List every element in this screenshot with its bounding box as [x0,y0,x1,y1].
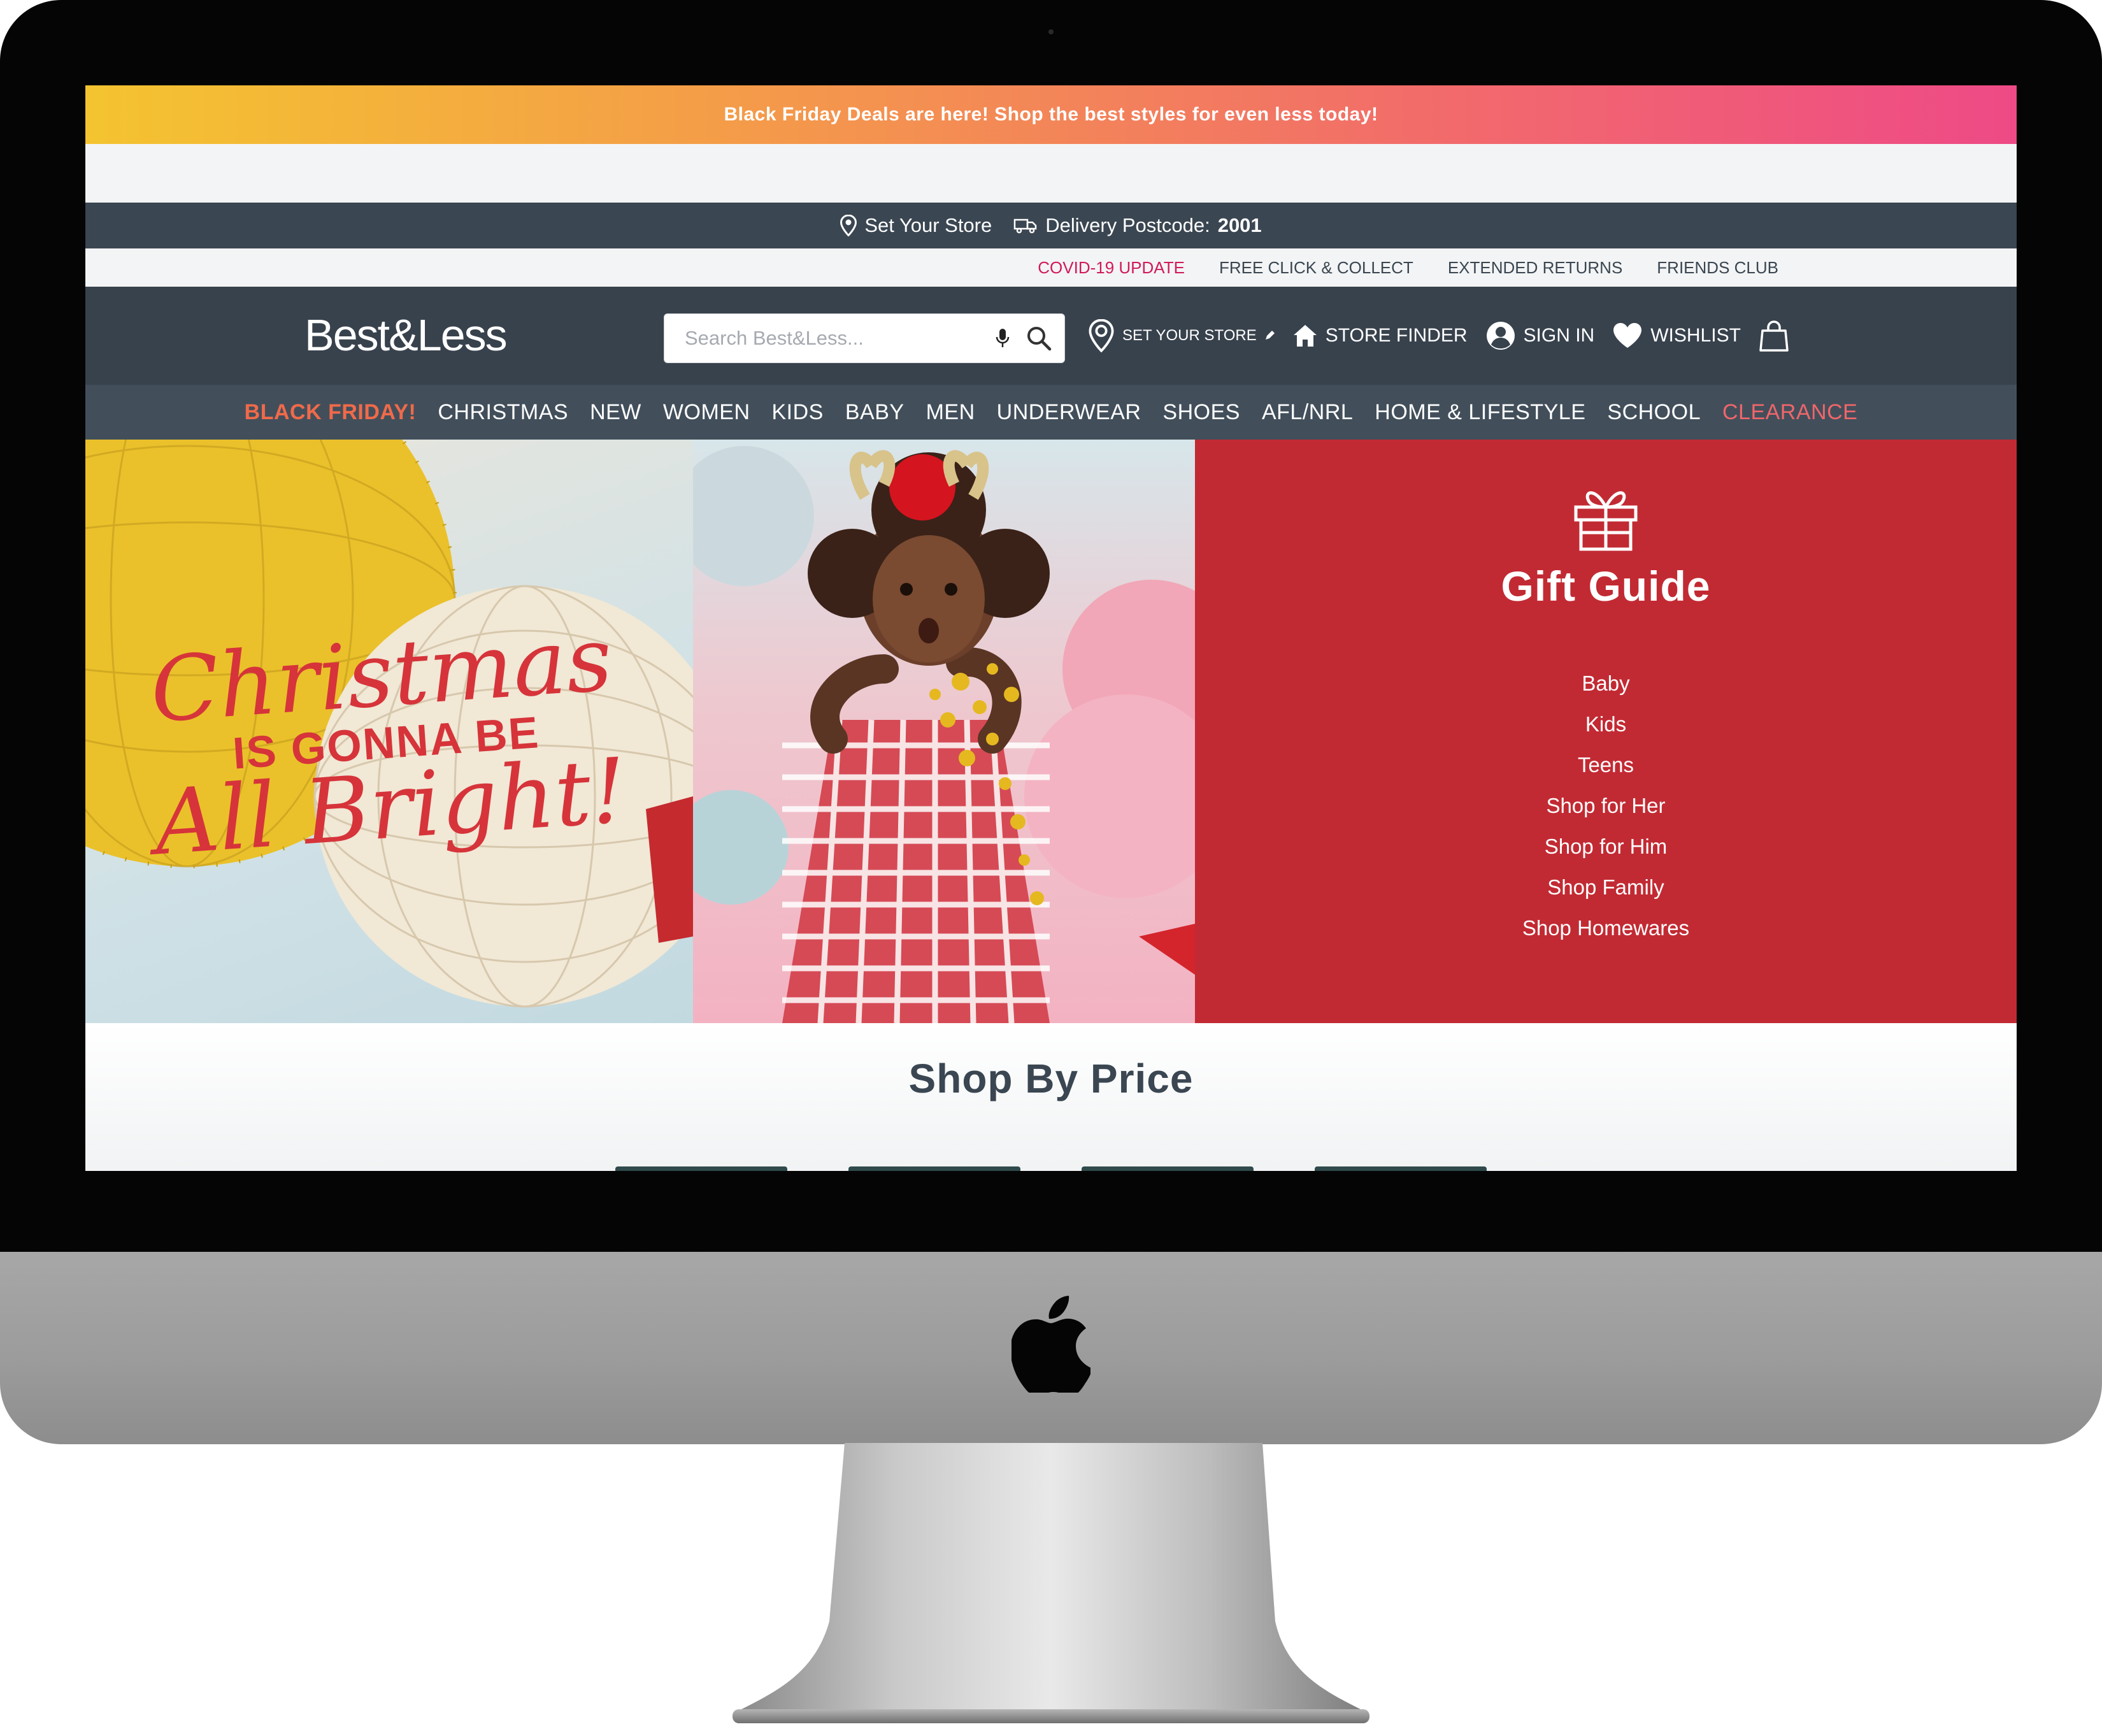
price-tile[interactable] [615,1166,787,1171]
brand-logo[interactable]: Best&Less [304,310,508,361]
nav-clearance[interactable]: CLEARANCE [1722,400,1857,425]
gift-link-homewares[interactable]: Shop Homewares [1522,916,1689,940]
promo-spacer [85,144,2017,203]
extended-returns-link[interactable]: EXTENDED RETURNS [1448,258,1622,278]
sign-in-link[interactable]: SIGN IN [1485,320,1595,351]
store-finder-label: STORE FINDER [1325,325,1468,346]
store-bar: Set Your Store Delivery Postcode: 2001 [85,203,2017,248]
apple-logo-icon [1012,1296,1090,1393]
nav-men[interactable]: MEN [926,400,975,425]
promo-text: Black Friday Deals are here! Shop the be… [724,104,1378,125]
nav-afl-nrl[interactable]: AFL/NRL [1262,400,1353,425]
girl-confetti-illustration [693,446,1195,1023]
gift-link-family[interactable]: Shop Family [1547,875,1664,900]
price-tile[interactable] [1082,1166,1254,1171]
gift-guide-title: Gift Guide [1501,563,1711,610]
search-icon[interactable] [1025,324,1053,352]
store-finder-link[interactable]: STORE FINDER [1292,324,1468,348]
imac-mockup: Black Friday Deals are here! Shop the be… [0,0,2102,1736]
gift-guide-links: Baby Kids Teens Shop for Her Shop for Hi… [1522,671,1689,940]
search-bar [664,313,1065,363]
location-pin-icon [1089,319,1114,352]
wishlist-link[interactable]: WISHLIST [1612,322,1741,349]
shop-by-price-title: Shop By Price [908,1056,1194,1101]
location-pin-icon [840,215,857,236]
gift-icon [1574,491,1638,551]
main-nav: BLACK FRIDAY! CHRISTMAS NEW WOMEN KIDS B… [85,385,2017,440]
shopping-bag-icon [1759,320,1789,352]
hero-lanterns-panel: Christmas IS GONNA BE All Bright! [85,440,693,1023]
delivery-label: Delivery Postcode: [1045,214,1210,236]
nav-kids[interactable]: KIDS [772,400,824,425]
delivery-postcode-link[interactable]: Delivery Postcode: 2001 [1013,214,1262,237]
gift-link-kids[interactable]: Kids [1585,712,1626,736]
heart-icon [1613,323,1642,348]
covid-update-link[interactable]: COVID-19 UPDATE [1038,258,1185,278]
price-tile[interactable] [1315,1166,1487,1171]
friends-club-link[interactable]: FRIENDS CLUB [1657,258,1778,278]
nav-baby[interactable]: BABY [845,400,904,425]
wishlist-label: WISHLIST [1650,325,1741,346]
set-store-link[interactable]: Set Your Store [840,214,992,237]
hero-banner[interactable]: Christmas IS GONNA BE All Bright! Gift G… [85,440,2017,1023]
nav-shoes[interactable]: SHOES [1162,400,1240,425]
site-header: Best&Less Search Best&Less... SET YOUR S… [85,287,2017,385]
nav-underwear[interactable]: UNDERWEAR [997,400,1141,425]
browser-screen: Black Friday Deals are here! Shop the be… [85,85,2017,1171]
gift-guide-panel: Gift Guide Baby Kids Teens Shop for Her … [1195,440,2017,1023]
delivery-postcode: 2001 [1217,214,1262,236]
header-links: SET YOUR STORE STORE FINDER SIGN IN WISH… [1088,287,1789,385]
edit-pencil-icon [1265,331,1275,340]
microphone-icon[interactable] [994,327,1011,349]
user-icon [1486,322,1515,350]
set-store-label: Set Your Store [864,214,992,236]
nav-women[interactable]: WOMEN [663,400,750,425]
nav-home-lifestyle[interactable]: HOME & LIFESTYLE [1375,400,1585,425]
price-tile[interactable] [848,1166,1020,1171]
utility-links: COVID-19 UPDATE FREE CLICK & COLLECT EXT… [85,248,2017,287]
header-set-store[interactable]: SET YOUR STORE [1088,319,1275,352]
search-input[interactable] [664,314,994,362]
gift-link-teens[interactable]: Teens [1578,753,1634,777]
home-icon [1293,325,1317,347]
shop-by-price-section: Shop By Price [85,1023,2017,1171]
nav-new[interactable]: NEW [590,400,641,425]
camera-dot [1048,29,1054,34]
hero-headline: Christmas IS GONNA BE All Bright! [124,607,648,875]
gift-link-her[interactable]: Shop for Her [1546,794,1665,818]
truck-icon [1014,219,1037,234]
gift-link-him[interactable]: Shop for Him [1545,835,1668,859]
click-collect-link[interactable]: FREE CLICK & COLLECT [1219,258,1413,278]
gift-link-baby[interactable]: Baby [1582,671,1629,696]
monitor-stand [733,1443,1369,1723]
nav-school[interactable]: SCHOOL [1607,400,1701,425]
promo-banner[interactable]: Black Friday Deals are here! Shop the be… [85,85,2017,144]
nav-black-friday[interactable]: BLACK FRIDAY! [245,400,417,425]
header-set-store-label: SET YOUR STORE [1122,327,1257,344]
cart-button[interactable] [1759,319,1789,352]
hero-girl-photo [693,440,1195,1023]
nav-christmas[interactable]: CHRISTMAS [438,400,568,425]
sign-in-label: SIGN IN [1523,325,1595,346]
